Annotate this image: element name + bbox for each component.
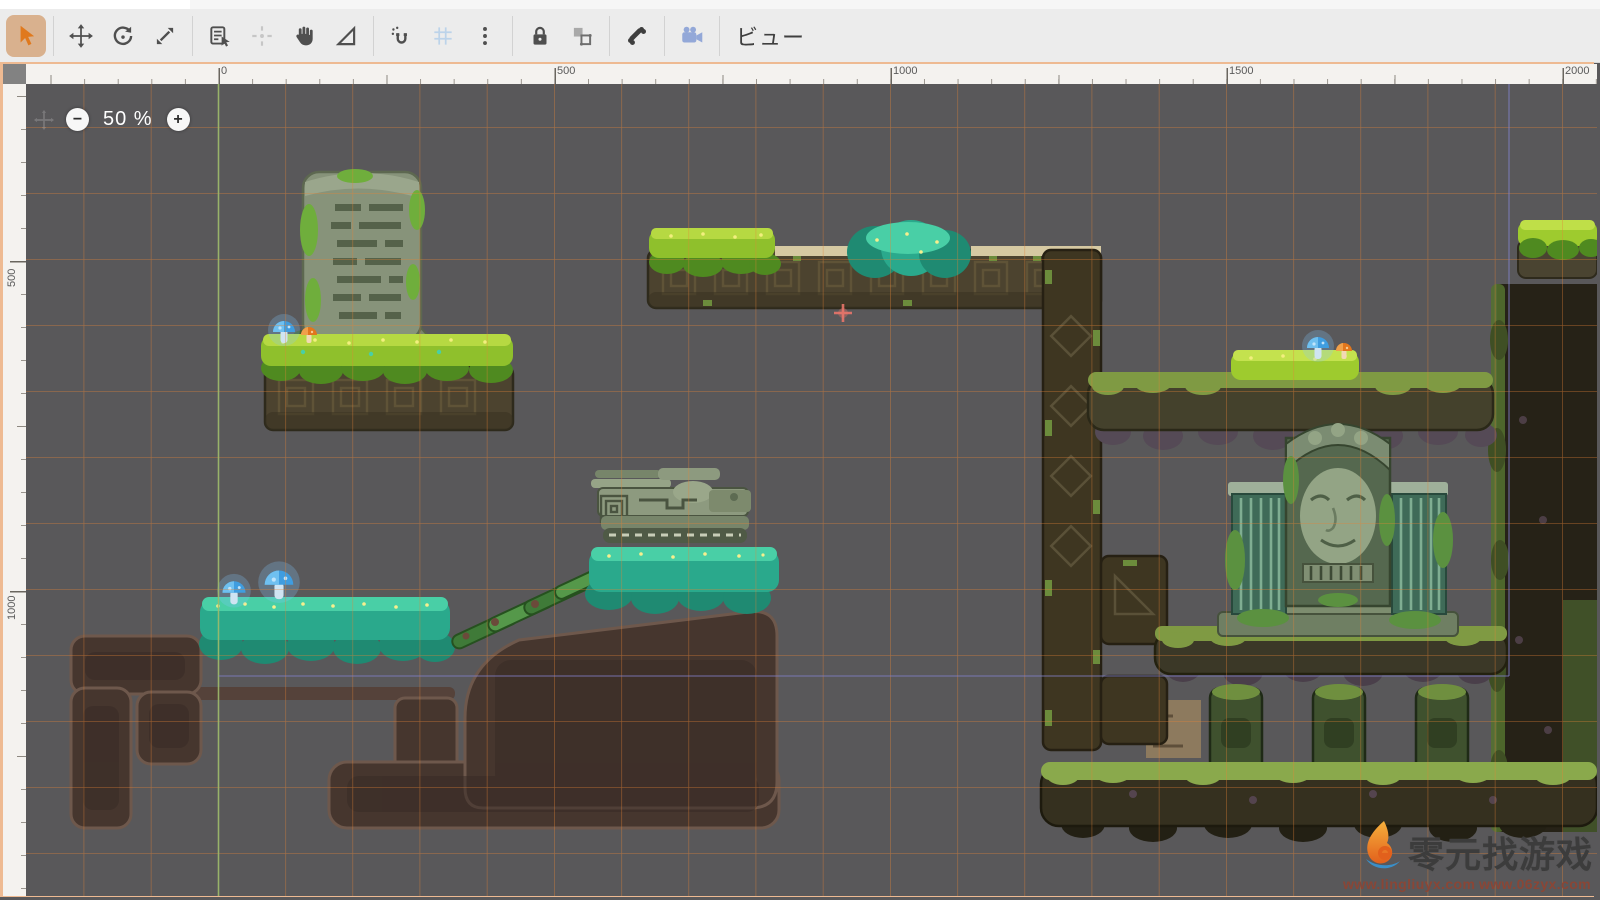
toolbar-separator (373, 16, 374, 56)
grid-snap-button[interactable] (423, 15, 463, 57)
scene-canvas[interactable]: − 50 % + (26, 84, 1597, 896)
watermark-flame-logo (1354, 819, 1408, 873)
grid-overlay (26, 84, 1597, 896)
lock-node-button[interactable] (520, 15, 560, 57)
list-select-tool-button[interactable] (200, 15, 240, 57)
vertical-ruler[interactable]: 500 1000 (3, 84, 27, 896)
pivot-icon (249, 23, 275, 49)
camera-icon (679, 23, 705, 49)
ruler-corner (3, 64, 27, 85)
pan-hand-icon (291, 23, 317, 49)
snap-options-button[interactable] (465, 15, 505, 57)
tilemap-scene (26, 84, 1597, 896)
skeleton-options-button[interactable] (617, 15, 657, 57)
zoom-in-button[interactable]: + (167, 108, 190, 131)
ruler-triangle-icon (333, 23, 359, 49)
move-icon (68, 23, 94, 49)
toolbar-separator (664, 16, 665, 56)
scale-icon (152, 23, 178, 49)
watermark-url-left: www.lingliuyx.com (1343, 876, 1475, 892)
editor-window: ビュー 0 500 1000 1500 2000 500 1000 − 50 % (0, 0, 1600, 900)
ruler-tool-button[interactable] (326, 15, 366, 57)
group-node-button[interactable] (562, 15, 602, 57)
rotate-icon (110, 23, 136, 49)
view-menu-button[interactable]: ビュー (726, 16, 815, 56)
select-cursor-icon (13, 23, 39, 49)
watermark-title: 零元找游戏 (1408, 837, 1593, 873)
grid-snap-icon (430, 23, 456, 49)
rotate-tool-button[interactable] (103, 15, 143, 57)
ruler-label: 0 (221, 65, 227, 77)
camera-override-button[interactable] (672, 15, 712, 57)
smart-snap-button[interactable] (381, 15, 421, 57)
kebab-menu-icon (472, 23, 498, 49)
pivot-tool-button[interactable] (242, 15, 282, 57)
ruler-label: 1000 (893, 65, 917, 77)
horizontal-ruler[interactable]: 0 500 1000 1500 2000 (26, 64, 1597, 85)
ruler-major-ticks (10, 84, 26, 896)
ruler-label: 1500 (1229, 65, 1253, 77)
toolbar-separator (719, 16, 720, 56)
viewport-workspace: 0 500 1000 1500 2000 500 1000 − 50 % + (0, 62, 1594, 897)
ruler-label: 500 (6, 269, 18, 287)
active-tab-highlight (0, 0, 190, 9)
group-icon (569, 23, 595, 49)
watermark-url-right: www.06zyx.com (1479, 876, 1591, 892)
lock-icon (527, 23, 553, 49)
ruler-label: 2000 (1565, 65, 1589, 77)
list-select-icon (207, 23, 233, 49)
scale-tool-button[interactable] (145, 15, 185, 57)
zoom-level-label[interactable]: 50 % (103, 108, 153, 131)
ruler-label: 500 (557, 65, 575, 77)
toolbar-separator (53, 16, 54, 56)
toolbar-separator (512, 16, 513, 56)
ruler-label: 1000 (6, 596, 18, 620)
canvas-toolbar: ビュー (0, 9, 1600, 63)
magnet-snap-icon (388, 23, 414, 49)
zoom-out-button[interactable]: − (66, 108, 89, 131)
watermark: 零元找游戏 www.lingliuyx.com www.06zyx.com (1341, 819, 1593, 892)
zoom-controls: − 50 % + (66, 108, 190, 131)
pan-tool-button[interactable] (284, 15, 324, 57)
toolbar-separator (609, 16, 610, 56)
scene-tab-strip (0, 0, 1600, 9)
drag-ghost-icon (34, 110, 54, 130)
toolbar-separator (192, 16, 193, 56)
bone-icon (624, 23, 650, 49)
ruler-major-ticks (26, 68, 1597, 84)
select-tool-button[interactable] (6, 15, 46, 57)
move-tool-button[interactable] (61, 15, 101, 57)
